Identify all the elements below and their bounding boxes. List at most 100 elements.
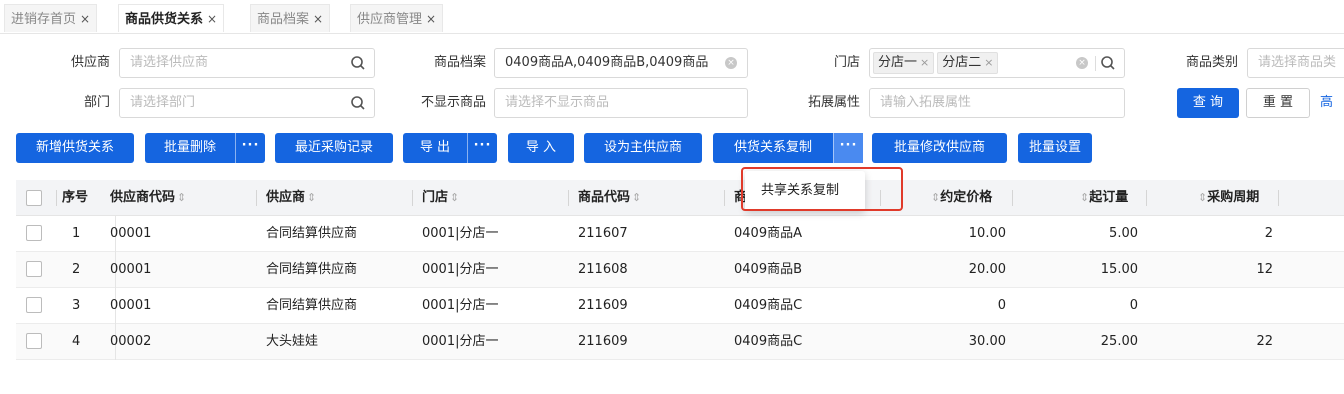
batch-settings-button[interactable]: 批量设置 [1018, 133, 1092, 163]
sort-icon[interactable]: ⇕ [450, 191, 459, 204]
product-file-value: 0409商品A,0409商品B,0409商品 [505, 55, 709, 70]
sort-icon[interactable]: ⇕ [632, 191, 641, 204]
reset-button[interactable]: 重 置 [1246, 88, 1310, 118]
add-supply-relation-button[interactable]: 新增供货关系 [16, 133, 134, 163]
tab-product-file[interactable]: 商品档案 × [250, 4, 331, 32]
header-label: 采购周期 [1207, 190, 1260, 205]
row-checkbox[interactable] [26, 261, 42, 277]
tab-bar: 进销存首页 × 商品供货关系 × 商品档案 × 供应商管理 × [0, 0, 1344, 34]
department-select[interactable]: 请选择部门 [119, 88, 375, 118]
extended-attr-input[interactable]: 请输入拓展属性 [869, 88, 1125, 118]
recent-purchase-button[interactable]: 最近采购记录 [275, 133, 393, 163]
tab-label: 商品供货关系 [125, 12, 204, 27]
batch-delete-button[interactable]: 批量删除 ··· [145, 133, 265, 163]
column-header-supplier-code[interactable]: 供应商代码 ⇕ [110, 180, 186, 216]
tab-label: 供应商管理 [357, 12, 423, 27]
header-label: 供应商代码 [110, 190, 176, 205]
column-header-purchase-cycle[interactable]: ⇕采购周期 [1196, 180, 1259, 216]
advanced-link[interactable]: 高级 [1320, 88, 1344, 118]
cell-index: 3 [72, 298, 81, 313]
hidden-products-select[interactable]: 请选择不显示商品 [494, 88, 748, 118]
close-icon[interactable]: × [80, 12, 90, 26]
copy-relation-button[interactable]: 供货关系复制 ··· [713, 133, 863, 163]
more-icon[interactable]: ··· [467, 133, 497, 163]
search-icon[interactable] [350, 55, 366, 71]
store-select[interactable]: 分店一 × 分店二 × × [869, 48, 1125, 78]
tab-inventory-home[interactable]: 进销存首页 × [4, 4, 98, 32]
product-file-select[interactable]: 0409商品A,0409商品B,0409商品 × [494, 48, 748, 78]
column-divider [412, 190, 413, 206]
close-icon[interactable]: × [207, 12, 217, 26]
cell-agreed-price: 20.00 [968, 262, 1006, 277]
tab-supply-relation[interactable]: 商品供货关系 × [118, 4, 225, 32]
column-divider [1012, 190, 1013, 206]
table-row[interactable]: 1 00001 合同结算供应商 0001|分店一 211607 0409商品A … [16, 216, 1344, 252]
cell-supplier: 合同结算供应商 [266, 262, 358, 277]
import-button[interactable]: 导 入 [508, 133, 574, 163]
cell-supplier: 合同结算供应商 [266, 226, 358, 241]
column-divider [1278, 190, 1279, 206]
column-header-min-order[interactable]: ⇕起订量 [1078, 180, 1128, 216]
header-label: 供应商 [266, 190, 306, 205]
column-header-supplier[interactable]: 供应商 ⇕ [266, 180, 316, 216]
cell-store: 0001|分店一 [422, 334, 499, 349]
supplier-placeholder: 请选择供应商 [130, 55, 209, 70]
sort-icon[interactable]: ⇕ [177, 191, 186, 204]
sort-icon[interactable]: ⇕ [307, 191, 316, 204]
tab-supplier-management[interactable]: 供应商管理 × [350, 4, 444, 32]
search-icon[interactable] [350, 95, 366, 111]
row-checkbox[interactable] [26, 225, 42, 241]
row-checkbox[interactable] [26, 297, 42, 313]
sort-icon[interactable]: ⇕ [1080, 191, 1089, 204]
cell-min-order: 0 [1129, 298, 1138, 313]
more-icon[interactable]: ··· [235, 133, 265, 163]
header-label: 起订量 [1089, 190, 1129, 205]
more-icon[interactable]: ··· [833, 133, 863, 163]
table-row[interactable]: 4 00002 大头娃娃 0001|分店一 211609 0409商品C 30.… [16, 324, 1344, 360]
column-header-store[interactable]: 门店 ⇕ [422, 180, 459, 216]
sort-icon[interactable]: ⇕ [1198, 191, 1207, 204]
store-label: 门店 [833, 55, 860, 70]
close-icon[interactable]: × [426, 12, 436, 26]
chip-label: 分店一 [878, 55, 918, 70]
column-header-agreed-price[interactable]: ⇕约定价格 [929, 180, 992, 216]
cell-index: 4 [72, 334, 81, 349]
supplier-select[interactable]: 请选择供应商 [119, 48, 375, 78]
product-category-placeholder: 请选择商品类 [1258, 55, 1337, 70]
cell-store: 0001|分店一 [422, 262, 499, 277]
chip-close-icon[interactable]: × [920, 56, 929, 69]
product-file-label: 商品档案 [433, 55, 486, 70]
table-row[interactable]: 2 00001 合同结算供应商 0001|分店一 211608 0409商品B … [16, 252, 1344, 288]
cell-agreed-price: 30.00 [968, 334, 1006, 349]
tab-label: 进销存首页 [11, 12, 77, 27]
store-chip: 分店二 × [937, 52, 999, 74]
cell-supplier: 合同结算供应商 [266, 298, 358, 313]
product-category-label: 商品类别 [1185, 55, 1238, 70]
cell-purchase-cycle: 2 [1264, 226, 1273, 241]
column-header-product-code[interactable]: 商品代码 ⇕ [578, 180, 641, 216]
product-category-select[interactable]: 请选择商品类 [1247, 48, 1344, 78]
select-all-checkbox[interactable] [26, 190, 42, 206]
header-label: 门店 [422, 190, 449, 205]
close-icon[interactable]: × [313, 12, 323, 26]
header-label: 约定价格 [940, 190, 993, 205]
cell-product-code: 211609 [578, 334, 628, 349]
column-divider [568, 190, 569, 206]
sort-icon[interactable]: ⇕ [931, 191, 940, 204]
chip-close-icon[interactable]: × [984, 56, 993, 69]
query-button[interactable]: 查 询 [1177, 88, 1239, 118]
batch-modify-supplier-button[interactable]: 批量修改供应商 [872, 133, 1007, 163]
cell-product-code: 211608 [578, 262, 628, 277]
cell-agreed-price: 0 [997, 298, 1006, 313]
row-checkbox[interactable] [26, 333, 42, 349]
copy-relation-label: 供货关系复制 [733, 140, 812, 155]
clear-icon[interactable]: × [725, 57, 737, 69]
table-row[interactable]: 3 00001 合同结算供应商 0001|分店一 211609 0409商品C … [16, 288, 1344, 324]
search-icon[interactable] [1100, 55, 1116, 71]
set-main-supplier-button[interactable]: 设为主供应商 [584, 133, 702, 163]
highlight-annotation-box [741, 167, 903, 211]
table-header: 序号 供应商代码 ⇕ 供应商 ⇕ 门店 ⇕ 商品代码 ⇕ 商 ⇕约定价格 ⇕起订量 ⇕采… [16, 180, 1344, 216]
clear-icon[interactable]: × [1076, 57, 1088, 69]
export-button[interactable]: 导 出 ··· [403, 133, 497, 163]
cell-store: 0001|分店一 [422, 298, 499, 313]
